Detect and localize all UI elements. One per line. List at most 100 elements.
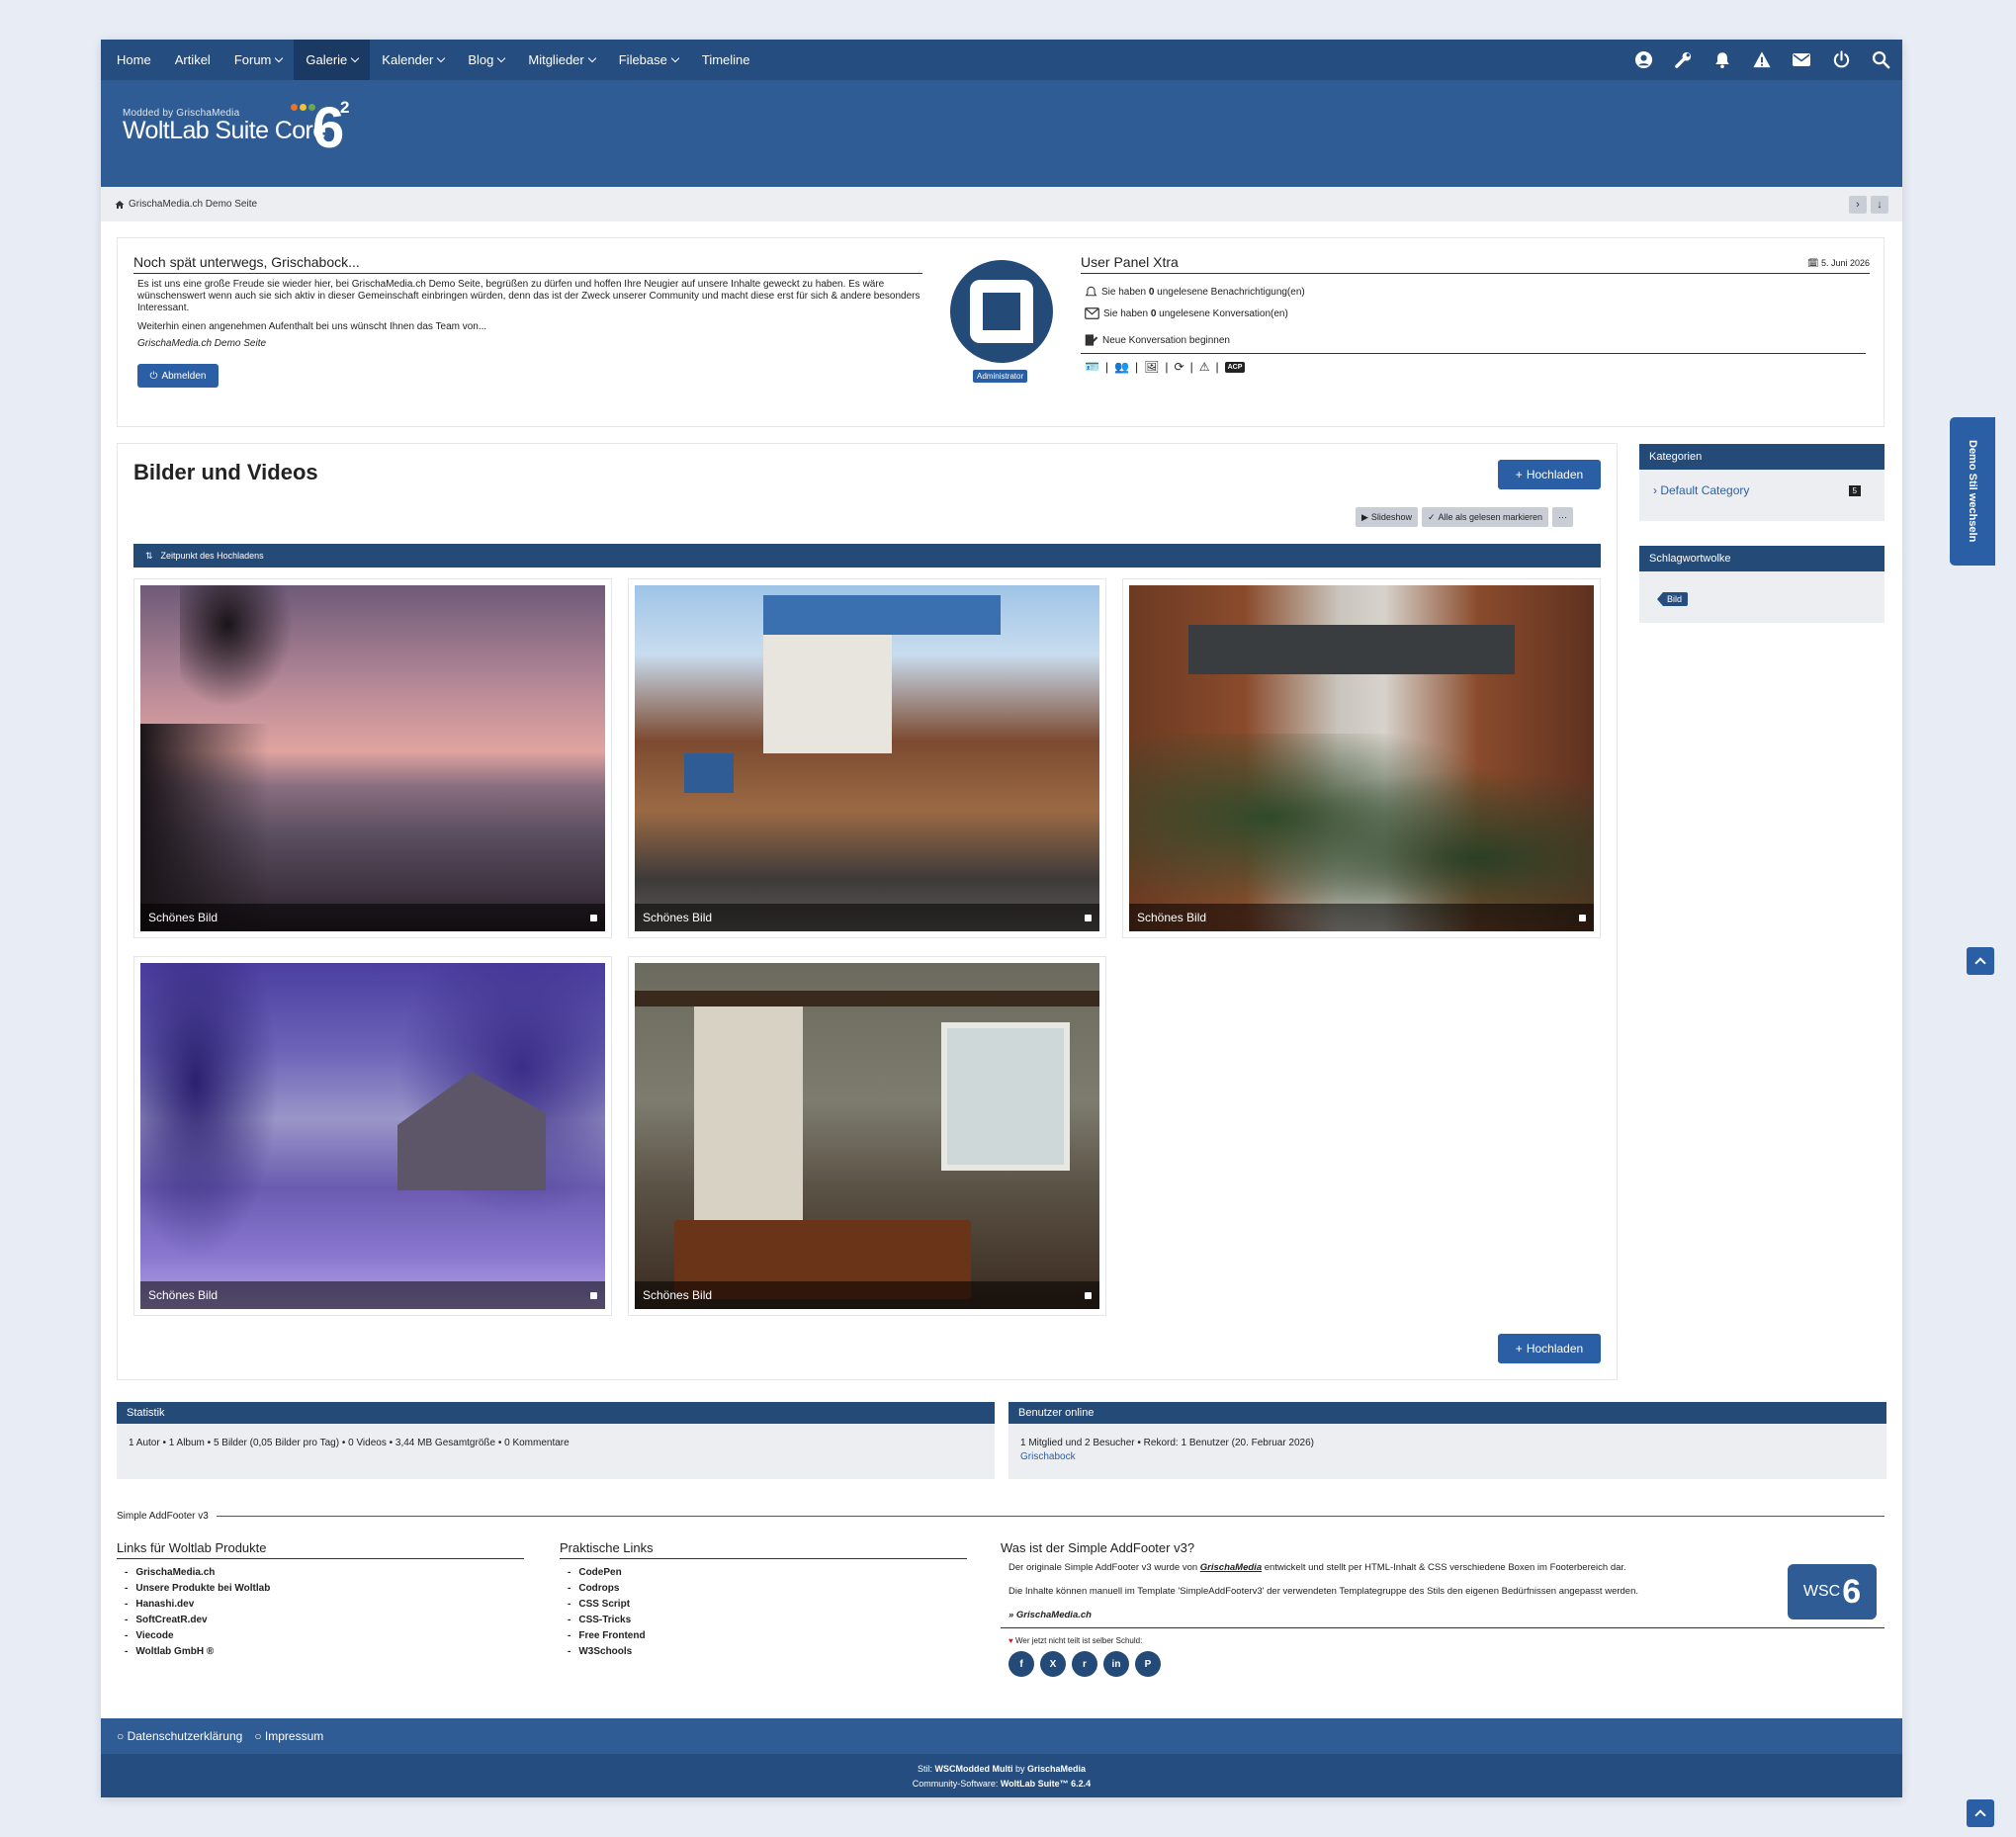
gallery-item-caption: Schönes Bild	[148, 911, 219, 924]
footer-link[interactable]: Woltlab GmbH ®	[117, 1644, 524, 1660]
software-name[interactable]: WoltLab Suite™ 6.2.4	[1001, 1779, 1091, 1789]
mark-all-read-button[interactable]: ✓ Alle als gelesen markieren	[1421, 507, 1549, 527]
wrench-icon[interactable]	[1673, 50, 1693, 70]
nav-item-label: Forum	[233, 52, 272, 67]
footer-link[interactable]: Unsere Produkte bei Woltlab	[117, 1581, 524, 1597]
slideshow-button[interactable]: ▶ Slideshow	[1356, 507, 1418, 527]
scroll-up-button[interactable]	[1967, 947, 1994, 975]
chevron-up-icon	[1974, 957, 1986, 969]
tag-cloud-title: Schlagwortwolke	[1639, 546, 1885, 571]
category-label: Default Category	[1660, 483, 1750, 497]
chevron-down-icon	[437, 53, 446, 62]
gallery-item-caption: Schönes Bild	[643, 911, 713, 924]
sort-bar[interactable]: ⇅ Zeitpunkt des Hochladens	[133, 544, 1601, 568]
footer-link[interactable]: GrischaMedia.ch	[117, 1565, 524, 1581]
gallery-item[interactable]: Schönes Bild	[1122, 578, 1601, 938]
footer-link[interactable]: Free Frontend	[560, 1628, 967, 1644]
statistics-title: Statistik	[117, 1402, 995, 1424]
footer-col3-text-1-suffix: entwickelt und stellt per HTML-Inhalt & …	[1262, 1562, 1626, 1573]
linkedin-icon[interactable]: in	[1103, 1651, 1129, 1677]
user-rank-badge: Administrator	[973, 370, 1028, 383]
new-conversation-link[interactable]: Neue Konversation beginnen	[1081, 333, 1866, 354]
footer-link[interactable]: Viecode	[117, 1628, 524, 1644]
facebook-icon[interactable]: f	[1008, 1651, 1034, 1677]
user-icon[interactable]	[1633, 50, 1653, 70]
statistics-box: Statistik 1 Autor • 1 Album • 5 Bilder (…	[117, 1402, 995, 1479]
conversations-info[interactable]: Sie haben 0 ungelesene Konversation(en)	[1081, 307, 1870, 319]
upload-button[interactable]: + Hochladen	[1498, 460, 1601, 489]
users-cog-icon[interactable]: 👥	[1114, 360, 1129, 374]
wsc-logo-version: 6	[1842, 1573, 1862, 1611]
nav-item-galerie[interactable]: Galerie	[294, 40, 371, 80]
gallery-item-caption: Schönes Bild	[643, 1288, 713, 1302]
avatar[interactable]	[950, 260, 1053, 363]
site-logo[interactable]: Modded by GrischaMedia WoltLab Suite Cor…	[123, 98, 349, 157]
notifications-info[interactable]: Sie haben 0 ungelesene Benachrichtigung(…	[1081, 286, 1870, 299]
footer-link[interactable]: W3Schools	[560, 1644, 967, 1660]
gallery-item[interactable]: Schönes Bild	[133, 956, 612, 1316]
chevron-right-icon[interactable]: ›	[1849, 195, 1867, 214]
gallery-image-dining-room: Schönes Bild	[635, 963, 1099, 1309]
envelope-icon[interactable]	[1792, 50, 1811, 70]
arrow-down-icon[interactable]: ↓	[1871, 195, 1888, 214]
back-to-top-button[interactable]	[1967, 1799, 1994, 1827]
privacy-link[interactable]: ○ Datenschutzerklärung	[117, 1729, 242, 1743]
search-icon[interactable]	[1871, 50, 1890, 70]
gallery-item[interactable]: Schönes Bild	[628, 956, 1106, 1316]
nav-item-label: Artikel	[174, 52, 211, 67]
tag-bild[interactable]: Bild	[1657, 592, 1689, 606]
power-icon[interactable]	[1831, 50, 1851, 70]
footer-col3-link[interactable]: » GrischaMedia.ch	[1008, 1610, 1776, 1621]
footer-col2-title: Praktische Links	[560, 1540, 967, 1559]
sort-icon: ⇅	[145, 550, 153, 561]
id-card-icon[interactable]: 🪪	[1085, 360, 1099, 374]
bell-icon[interactable]	[1712, 50, 1732, 70]
wsc-logo-text: WSC	[1802, 1583, 1841, 1600]
breadcrumb-home-link[interactable]: GrischaMedia.ch Demo Seite	[129, 199, 257, 210]
page-footer: ○ Datenschutzerklärung ○ Impressum Stil:…	[101, 1718, 1902, 1797]
nav-item-forum[interactable]: Forum	[222, 40, 295, 80]
conversations-prefix: Sie haben	[1103, 307, 1151, 319]
footer-col3-text-1-prefix: Der originale Simple AddFooter v3 wurde …	[1008, 1562, 1200, 1573]
nav-item-artikel[interactable]: Artikel	[163, 40, 222, 80]
nav-item-home[interactable]: Home	[105, 40, 163, 80]
logout-button[interactable]: ⏻ Abmelden	[137, 364, 219, 388]
reddit-icon[interactable]: r	[1072, 1651, 1097, 1677]
footer-link[interactable]: CSS Script	[560, 1597, 967, 1613]
nav-item-kalender[interactable]: Kalender	[370, 40, 456, 80]
nav-item-label: Kalender	[382, 52, 434, 67]
gallery-item[interactable]: Schönes Bild	[628, 578, 1106, 938]
warning-icon[interactable]	[1752, 50, 1772, 70]
header-banner: Modded by GrischaMedia WoltLab Suite Cor…	[101, 80, 1902, 187]
category-link[interactable]: › Default Category	[1653, 483, 1749, 497]
upload-button-bottom[interactable]: + Hochladen	[1498, 1334, 1601, 1363]
footer-link[interactable]: Codrops	[560, 1581, 967, 1597]
image-type-icon	[590, 914, 597, 921]
refresh-icon[interactable]: ⟳	[1175, 360, 1184, 374]
nav-item-filebase[interactable]: Filebase	[607, 40, 690, 80]
footer-col3-brand: GrischaMedia	[1199, 1562, 1263, 1573]
nav-item-timeline[interactable]: Timeline	[690, 40, 762, 80]
nav-item-mitglieder[interactable]: Mitglieder	[516, 40, 606, 80]
more-options-button[interactable]: ···	[1552, 507, 1574, 527]
logout-label: Abmelden	[161, 370, 207, 382]
imprint-link[interactable]: ○ Impressum	[254, 1729, 323, 1743]
gallery-item[interactable]: Schönes Bild	[133, 578, 612, 938]
x-icon[interactable]: X	[1040, 1651, 1066, 1677]
conversations-suffix: ungelesene Konversation(en)	[1156, 307, 1288, 319]
gallery-image-street: Schönes Bild	[635, 585, 1099, 931]
acp-badge[interactable]: ACP	[1224, 361, 1246, 373]
nav-item-blog[interactable]: Blog	[456, 40, 516, 80]
footer-link[interactable]: SoftCreatR.dev	[117, 1613, 524, 1628]
style-switch-tab[interactable]: Demo Stil wechseln	[1950, 417, 1995, 566]
online-user-link[interactable]: Grischabock	[1020, 1451, 1875, 1462]
footer-link[interactable]: Hanashi.dev	[117, 1597, 524, 1613]
style-author[interactable]: GrischaMedia	[1027, 1764, 1086, 1774]
footer-link[interactable]: CodePen	[560, 1565, 967, 1581]
style-name[interactable]: WSCModded Multi	[934, 1764, 1012, 1774]
image-icon[interactable]: 🖼	[1144, 360, 1159, 374]
pinterest-icon[interactable]: P	[1135, 1651, 1161, 1677]
warning-icon[interactable]: ⚠	[1199, 360, 1210, 374]
categories-title: Kategorien	[1639, 444, 1885, 470]
footer-link[interactable]: CSS-Tricks	[560, 1613, 967, 1628]
